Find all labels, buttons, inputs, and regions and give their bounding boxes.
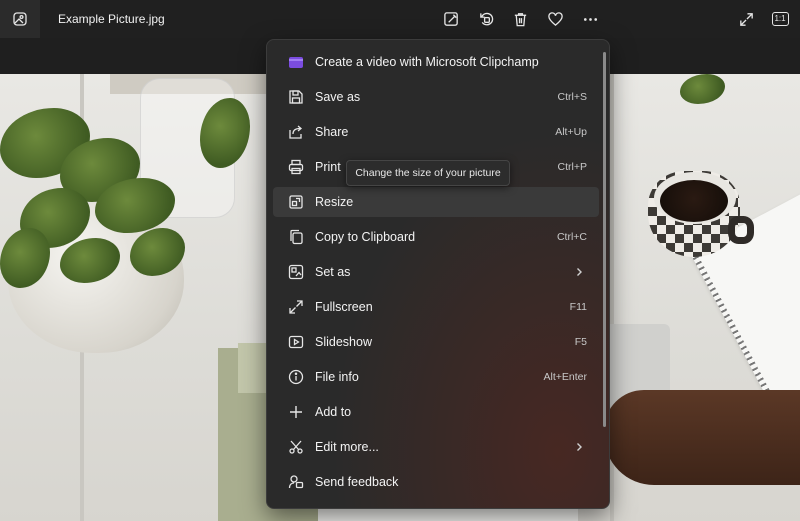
resize-tooltip: Change the size of your picture	[346, 160, 510, 186]
menu-item-label: Print	[315, 160, 341, 174]
menu-item-share[interactable]: Share Alt+Up	[273, 117, 599, 147]
menu-item-resize[interactable]: Resize	[273, 187, 599, 217]
menu-item-shortcut: Ctrl+S	[557, 91, 587, 103]
copy-icon	[288, 229, 304, 245]
menu-item-label: Send feedback	[315, 475, 399, 489]
menu-item-shortcut: Ctrl+P	[557, 161, 587, 173]
menu-item-label: Resize	[315, 195, 354, 209]
edit-image-icon	[443, 11, 458, 26]
edit-more-icon	[288, 439, 304, 455]
actual-size-button[interactable]: 1:1	[765, 4, 795, 34]
info-icon	[288, 369, 304, 385]
menu-item-label: Slideshow	[315, 335, 372, 349]
menu-item-label: File info	[315, 370, 359, 384]
menu-item-shortcut: Alt+Enter	[543, 371, 587, 383]
menu-item-save-as[interactable]: Save as Ctrl+S	[273, 82, 599, 112]
menu-item-shortcut: Alt+Up	[555, 126, 587, 138]
save-icon	[288, 89, 304, 105]
ellipsis-icon	[583, 17, 597, 21]
menu-item-clipchamp[interactable]: Create a video with Microsoft Clipchamp	[273, 47, 599, 77]
more-options-menu: Create a video with Microsoft Clipchamp …	[266, 39, 610, 509]
printer-icon	[288, 159, 304, 175]
feedback-icon	[288, 474, 304, 490]
menu-item-add-to[interactable]: Add to	[273, 397, 599, 427]
menu-item-label: Save as	[315, 90, 361, 104]
clipchamp-icon	[288, 54, 304, 70]
actual-size-label: 1:1	[774, 14, 786, 23]
more-options-button[interactable]	[575, 4, 605, 34]
rotate-button[interactable]	[471, 4, 501, 34]
title-bar: Example Picture.jpg 1:1	[0, 0, 800, 38]
fullscreen-icon	[288, 299, 304, 315]
share-icon	[288, 124, 304, 140]
rotate-icon	[479, 12, 493, 25]
trash-icon	[514, 12, 526, 26]
set-as-icon	[288, 264, 304, 280]
menu-item-label: Add to	[315, 405, 352, 419]
menu-item-label: Share	[315, 125, 349, 139]
menu-item-copy[interactable]: Copy to Clipboard Ctrl+C	[273, 222, 599, 252]
menu-item-label: Fullscreen	[315, 300, 373, 314]
favorite-button[interactable]	[540, 4, 570, 34]
window-title: Example Picture.jpg	[58, 12, 165, 26]
menu-scrollbar[interactable]	[603, 52, 606, 427]
chevron-right-icon	[577, 268, 582, 276]
menu-item-label: Create a video with Microsoft Clipchamp	[315, 55, 539, 69]
menu-item-edit-more[interactable]: Edit more...	[273, 432, 599, 462]
actual-size-icon: 1:1	[771, 12, 789, 26]
expand-button[interactable]	[731, 4, 761, 34]
menu-item-slideshow[interactable]: Slideshow F5	[273, 327, 599, 357]
menu-item-label: Set as	[315, 265, 351, 279]
slideshow-icon	[288, 334, 304, 350]
menu-item-set-as[interactable]: Set as	[273, 257, 599, 287]
menu-item-file-info[interactable]: File info Alt+Enter	[273, 362, 599, 392]
resize-icon	[288, 194, 304, 210]
plus-icon	[288, 404, 304, 420]
menu-item-label: Copy to Clipboard	[315, 230, 416, 244]
expand-icon	[739, 12, 753, 26]
chevron-right-icon	[577, 443, 582, 451]
menu-item-label: Edit more...	[315, 440, 379, 454]
delete-button[interactable]	[505, 4, 535, 34]
photos-app-icon[interactable]	[0, 0, 40, 38]
menu-item-shortcut: F5	[574, 336, 587, 348]
menu-item-shortcut: Ctrl+C	[556, 231, 587, 243]
edit-image-button[interactable]	[436, 4, 466, 34]
menu-item-shortcut: F11	[569, 301, 587, 313]
menu-item-fullscreen[interactable]: Fullscreen F11	[273, 292, 599, 322]
heart-icon	[547, 11, 563, 26]
menu-item-send-feedback[interactable]: Send feedback	[273, 467, 599, 497]
